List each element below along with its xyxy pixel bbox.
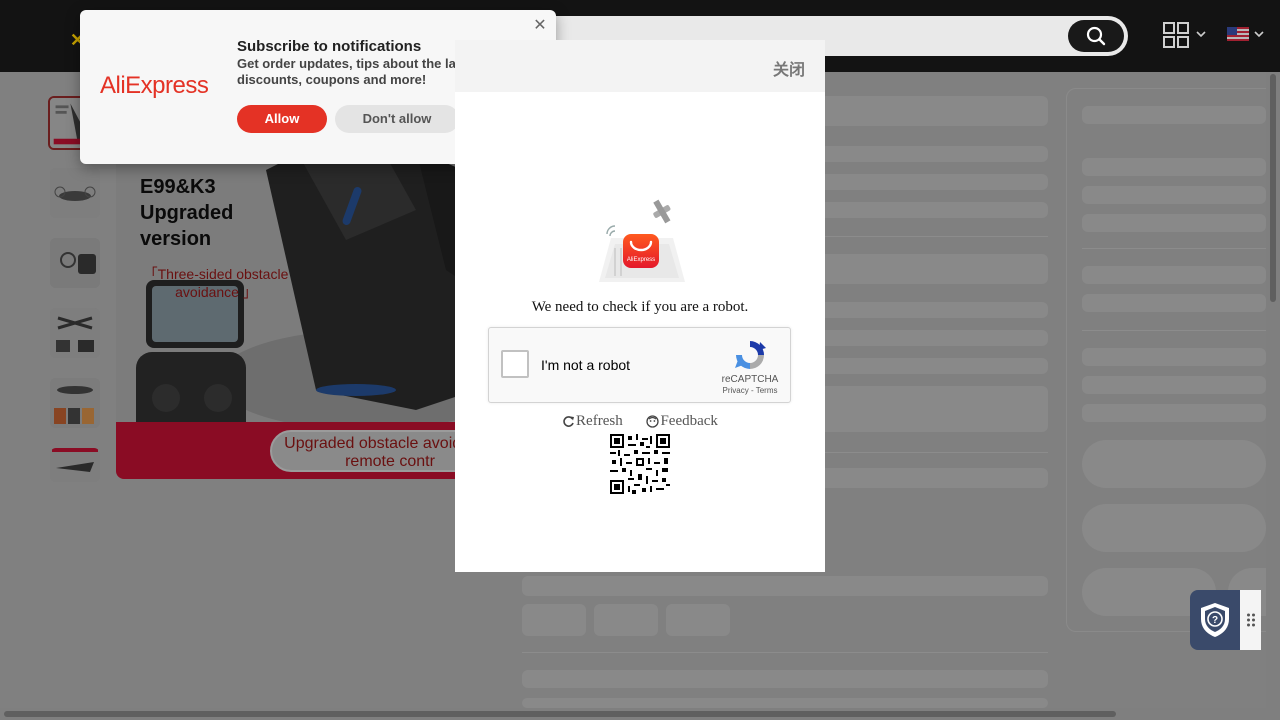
skeleton-chip	[666, 604, 730, 636]
skeleton-line	[1082, 266, 1266, 284]
captcha-actions: Refresh Feedback	[455, 413, 825, 433]
recaptcha-checkbox[interactable]	[501, 350, 529, 378]
refresh-icon	[563, 416, 575, 427]
recaptcha-logo-icon	[735, 341, 766, 369]
feedback-icon	[646, 415, 660, 428]
skeleton-line	[1082, 348, 1266, 366]
product-thumbnail[interactable]	[50, 378, 100, 428]
feedback-button[interactable]: Feedback	[646, 413, 718, 430]
skeleton-line	[522, 576, 1048, 596]
aliexpress-app-illustration: AliExpress	[599, 199, 685, 282]
recaptcha-brand: reCAPTCHA	[721, 374, 779, 385]
feedback-label: Feedback	[660, 413, 718, 429]
product-thumbnail[interactable]	[50, 168, 100, 218]
privacy-link[interactable]: Privacy	[723, 386, 749, 395]
qr-code-image	[610, 434, 670, 494]
terms-link[interactable]: Terms	[756, 386, 778, 395]
divider	[1082, 248, 1266, 249]
skeleton-line	[1082, 158, 1266, 176]
skeleton-chip	[522, 604, 586, 636]
product-thumbnail[interactable]	[50, 238, 100, 288]
shield-question-icon: ?	[1201, 603, 1229, 637]
security-help-button[interactable]: ?	[1190, 590, 1240, 650]
product-thumbnail[interactable]	[50, 448, 100, 482]
chevron-down-icon[interactable]	[1253, 28, 1265, 40]
notification-body: Get order updates, tips about the lat di…	[237, 56, 461, 87]
skeleton-line	[1082, 376, 1266, 394]
close-button[interactable]: 关闭	[773, 56, 805, 80]
drag-handle[interactable]	[1240, 590, 1261, 650]
scrollbar-thumb[interactable]	[4, 711, 1116, 717]
vertical-scrollbar[interactable]	[1266, 72, 1280, 720]
recaptcha-label: I'm not a robot	[541, 357, 631, 373]
skeleton-line	[1082, 404, 1266, 422]
refresh-label: Refresh	[576, 413, 623, 429]
allow-button[interactable]: Allow	[237, 105, 327, 133]
us-flag-icon[interactable]	[1227, 27, 1249, 41]
svg-text:?: ?	[1212, 615, 1218, 626]
search-icon	[1086, 26, 1106, 46]
product-thumbnail[interactable]	[50, 308, 100, 358]
notification-title: Subscribe to notifications	[237, 38, 422, 55]
aliexpress-logo: AliExpress	[100, 72, 209, 99]
dont-allow-button[interactable]: Don't allow	[335, 105, 459, 133]
horizontal-scrollbar[interactable]	[0, 708, 1266, 720]
close-icon[interactable]: ✕	[532, 18, 548, 34]
modal-header: 关闭	[455, 40, 825, 92]
product-image-subtitle: 「Three-sided obstacle avoidance 」	[143, 266, 289, 300]
qr-code-icon[interactable]	[1163, 22, 1189, 48]
divider	[522, 652, 1048, 653]
product-image-title: E99&K3 Upgraded version	[140, 176, 234, 250]
divider	[1082, 330, 1266, 331]
skeleton-line	[522, 698, 1048, 708]
search-button[interactable]	[1068, 20, 1124, 52]
skeleton-line	[522, 670, 1048, 688]
skeleton-line	[1082, 106, 1266, 124]
skeleton-button	[1082, 504, 1266, 552]
scrollbar-thumb[interactable]	[1270, 74, 1276, 302]
recaptcha-widget: I'm not a robot reCAPTCHA Privacy - Term…	[488, 327, 791, 403]
refresh-button[interactable]: Refresh	[562, 413, 623, 430]
skeleton-line	[1082, 294, 1266, 312]
link-separator: -	[748, 386, 756, 395]
app-badge-label: AliExpress	[627, 257, 655, 263]
captcha-modal: 关闭 AliExpress We need to check if you ar…	[455, 40, 825, 572]
skeleton-line	[1082, 186, 1266, 204]
skeleton-line	[1082, 214, 1266, 232]
recaptcha-links: Privacy - Terms	[715, 386, 785, 395]
chevron-down-icon[interactable]	[1195, 28, 1207, 40]
grip-dots-icon	[1246, 613, 1255, 627]
skeleton-button	[1082, 440, 1266, 488]
robot-check-message: We need to check if you are a robot.	[531, 299, 749, 315]
skeleton-chip	[594, 604, 658, 636]
